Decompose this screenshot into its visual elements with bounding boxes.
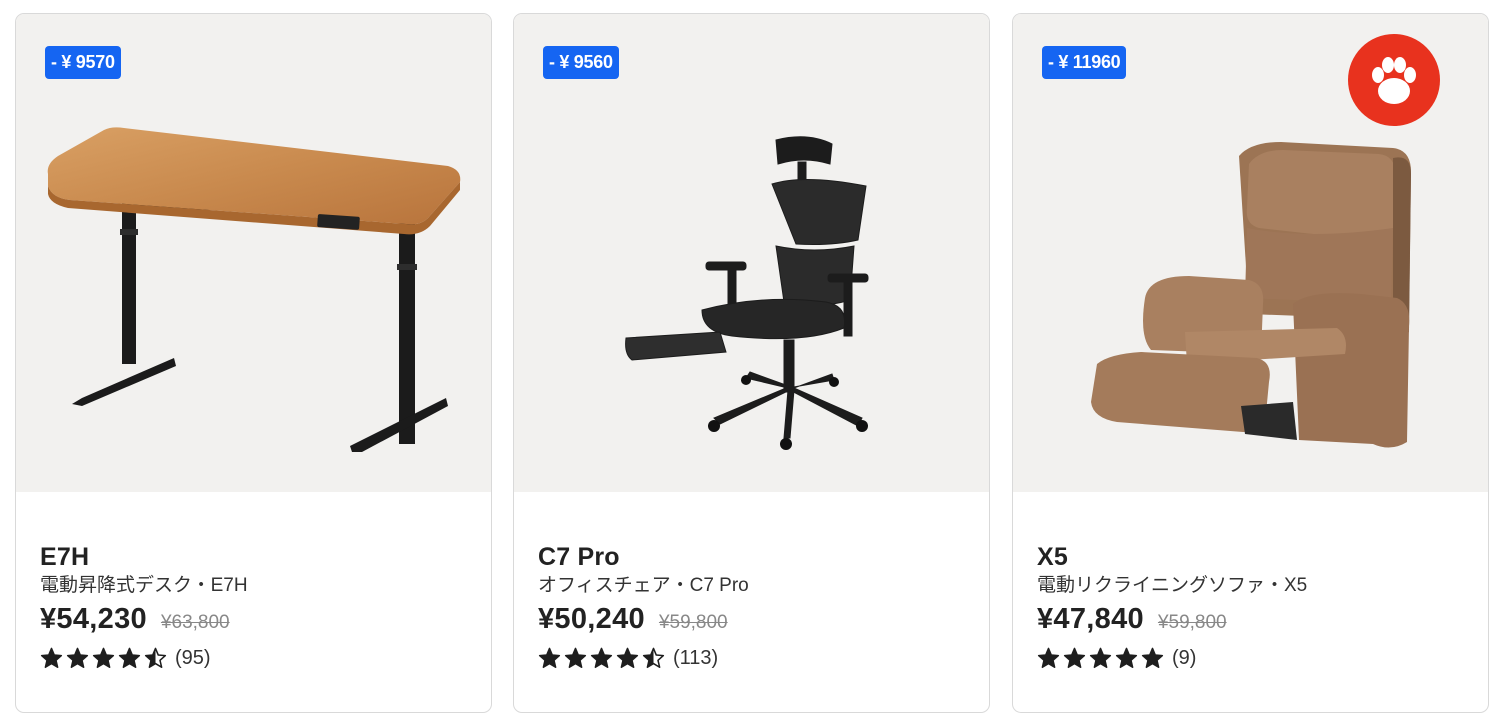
star-full-icon (1089, 647, 1112, 669)
star-full-icon (1115, 647, 1138, 669)
product-image-area[interactable]: - ¥ 11960 (1013, 14, 1488, 492)
product-card-x5[interactable]: - ¥ 11960 X5 電動リクライニングソファ・X5 ¥47,840 ¥59… (1012, 13, 1489, 713)
price-row: ¥47,840 ¥59,800 (1037, 603, 1467, 639)
product-name[interactable]: X5 (1037, 539, 1467, 575)
star-full-icon (564, 647, 587, 669)
review-count: (9) (1172, 646, 1197, 669)
star-rating (1037, 647, 1167, 669)
star-full-icon (616, 647, 639, 669)
star-rating (538, 647, 668, 669)
star-half-icon (144, 647, 167, 669)
product-info: X5 電動リクライニングソファ・X5 ¥47,840 ¥59,800 (9) (1037, 539, 1467, 672)
product-subtitle: 電動リクライニングソファ・X5 (1037, 575, 1308, 596)
star-full-icon (40, 647, 63, 669)
product-image-area[interactable]: - ¥ 9560 (514, 14, 989, 492)
rating-row[interactable]: (95) (40, 644, 470, 672)
product-card-e7h[interactable]: - ¥ 9570 E7H 電動昇降式デスク・E7H ¥54,230 ¥63,80… (15, 13, 492, 713)
product-info: E7H 電動昇降式デスク・E7H ¥54,230 ¥63,800 (95) (40, 539, 470, 672)
star-full-icon (66, 647, 89, 669)
star-full-icon (1063, 647, 1086, 669)
rating-row[interactable]: (113) (538, 644, 968, 672)
star-full-icon (1141, 647, 1164, 669)
discount-badge: - ¥ 9560 (543, 46, 619, 79)
original-price: ¥63,800 (160, 612, 230, 633)
product-info: C7 Pro オフィスチェア・C7 Pro ¥50,240 ¥59,800 (1… (538, 539, 968, 672)
discount-badge: - ¥ 9570 (45, 46, 121, 79)
star-full-icon (92, 647, 115, 669)
star-full-icon (538, 647, 561, 669)
review-count: (95) (175, 646, 211, 669)
product-grid: - ¥ 9570 E7H 電動昇降式デスク・E7H ¥54,230 ¥63,80… (0, 0, 1500, 713)
discount-badge: - ¥ 11960 (1042, 46, 1127, 79)
original-price: ¥59,800 (658, 612, 728, 633)
sale-price: ¥47,840 (1037, 603, 1144, 635)
star-half-icon (642, 647, 665, 669)
sale-price: ¥54,230 (40, 603, 147, 635)
star-full-icon (590, 647, 613, 669)
office-chair-image (625, 136, 869, 450)
product-subtitle: 電動昇降式デスク・E7H (40, 575, 248, 596)
product-card-c7-pro[interactable]: - ¥ 9560 C7 Pro オフィスチェア・C7 Pro ¥50,240 ¥… (513, 13, 990, 713)
original-price: ¥59,800 (1157, 612, 1227, 633)
star-full-icon (118, 647, 141, 669)
standing-desk-image (47, 127, 461, 452)
paw-icon (1348, 34, 1440, 126)
review-count: (113) (673, 646, 719, 669)
star-rating (40, 647, 170, 669)
product-name[interactable]: C7 Pro (538, 539, 968, 575)
product-subtitle: オフィスチェア・C7 Pro (538, 575, 749, 596)
product-name[interactable]: E7H (40, 539, 470, 575)
star-full-icon (1037, 647, 1060, 669)
product-image-area[interactable]: - ¥ 9570 (16, 14, 491, 492)
price-row: ¥54,230 ¥63,800 (40, 603, 470, 639)
sale-price: ¥50,240 (538, 603, 645, 635)
rating-row[interactable]: (9) (1037, 644, 1467, 672)
price-row: ¥50,240 ¥59,800 (538, 603, 968, 639)
